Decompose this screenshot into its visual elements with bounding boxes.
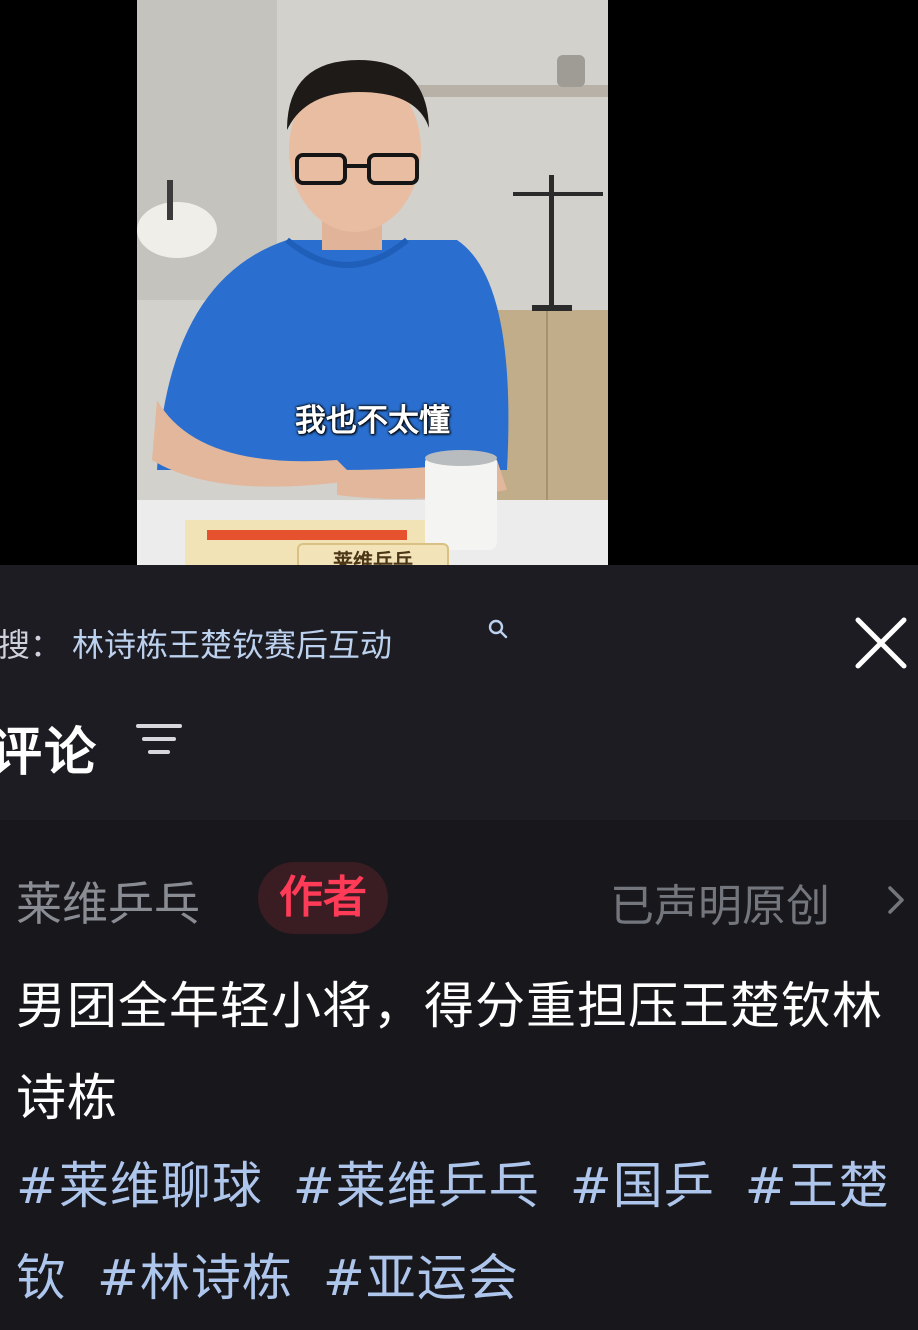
filter-icon[interactable] xyxy=(134,718,184,762)
comment-text: 男团全年轻小将，得分重担压王楚钦林诗栋 xyxy=(16,977,883,1127)
hashtag-link[interactable]: #林诗栋 xyxy=(97,1249,293,1307)
hashtag-link[interactable]: #亚运会 xyxy=(323,1249,519,1307)
original-declaration-link[interactable]: 已声明原创 xyxy=(610,870,830,934)
hashtag-list: #莱维聊球 #莱维乒乓 #国乒 #王楚钦 #林诗栋 #亚运会 xyxy=(16,1140,916,1324)
page: 我也不太懂 莱维乒乓 搜： 林诗栋王楚钦赛后互动 评论 莱维乒乓 作者 已声明原… xyxy=(0,0,918,1330)
chevron-right-icon[interactable] xyxy=(884,880,908,920)
video-name-tag: 莱维乒乓 xyxy=(297,543,449,565)
hashtag-link[interactable]: #国乒 xyxy=(570,1157,715,1215)
search-icon[interactable] xyxy=(487,618,509,645)
video-frame[interactable]: 我也不太懂 莱维乒乓 xyxy=(137,0,608,565)
hashtag-link[interactable]: #莱维乒乓 xyxy=(293,1157,540,1215)
comment-author[interactable]: 莱维乒乓 xyxy=(16,868,200,934)
search-suggestion-link[interactable]: 林诗栋王楚钦赛后互动 xyxy=(72,620,392,666)
search-prefix: 搜： xyxy=(0,626,63,664)
comments-title: 评论 xyxy=(0,723,99,783)
video-scene xyxy=(137,0,608,565)
author-badge: 作者 xyxy=(258,862,388,934)
close-icon[interactable] xyxy=(852,614,910,672)
video-player[interactable]: 我也不太懂 莱维乒乓 xyxy=(0,0,918,565)
video-caption: 我也不太懂 xyxy=(295,403,450,439)
hashtag-link[interactable]: #莱维聊球 xyxy=(16,1157,263,1215)
